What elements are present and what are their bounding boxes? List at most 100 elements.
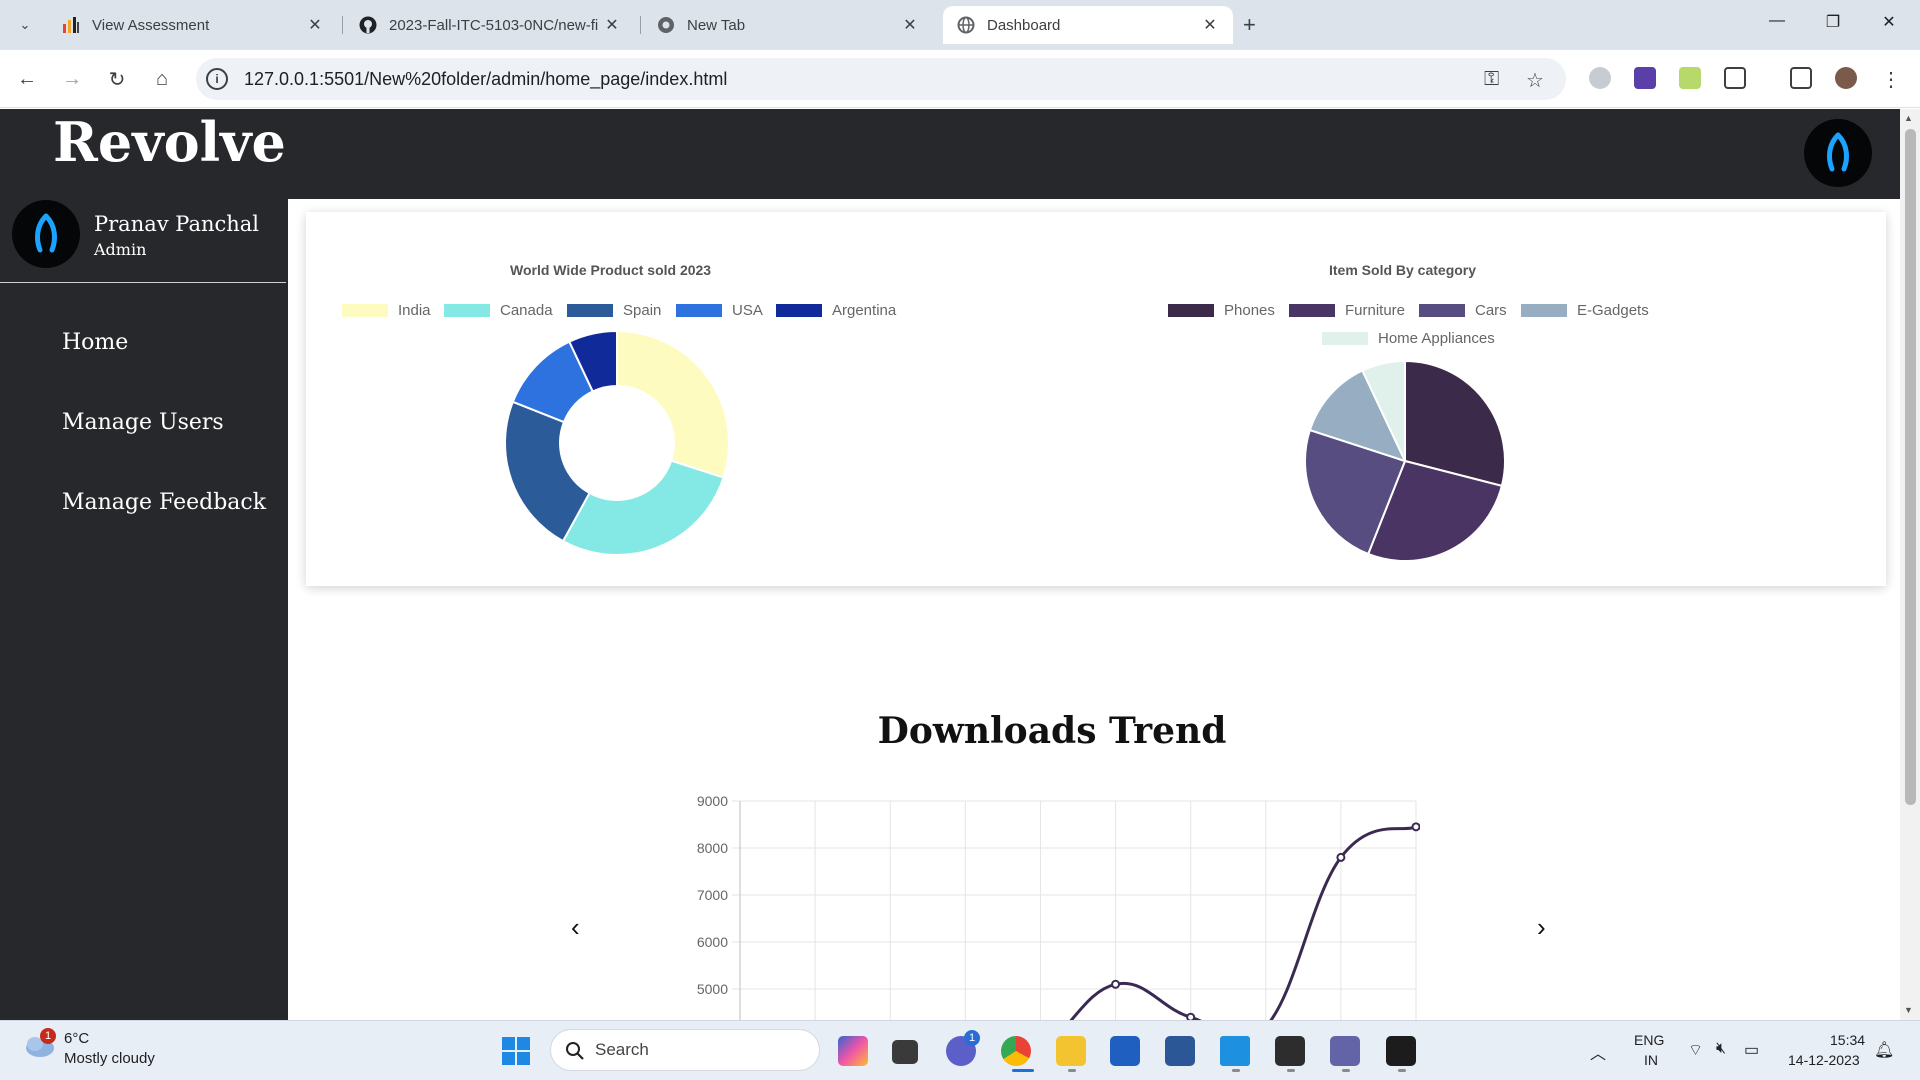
task-view-icon[interactable] [892,1040,918,1064]
running-indicator [1398,1069,1406,1072]
legend-swatch [444,304,490,317]
sidebar-item-home[interactable]: Home [62,330,128,355]
password-key-icon[interactable]: ⚿ [1484,68,1499,91]
close-tab-icon[interactable]: ✕ [1201,15,1219,35]
home-icon[interactable]: ⌂ [147,64,177,94]
legend-swatch [1289,304,1335,317]
weather-description[interactable]: Mostly cloudy [64,1050,155,1067]
address-bar[interactable]: i 127.0.0.1:5501/New%20folder/admin/home… [196,58,1566,100]
legend-item[interactable]: USA [676,302,763,319]
donut-slice-canada[interactable] [561,459,725,556]
close-tab-icon[interactable]: ✕ [603,15,621,35]
weather-temperature[interactable]: 6°C [64,1030,89,1047]
tab-title: View Assessment [92,16,210,34]
taskbar-search[interactable]: Search [550,1029,820,1071]
user-avatar[interactable] [12,200,80,268]
tab-dashboard[interactable]: Dashboard ✕ [943,6,1233,44]
data-point[interactable] [1411,822,1420,832]
snipping-tool-icon[interactable] [1275,1036,1305,1066]
tab-search-chevron-icon[interactable]: ⌄ [10,10,40,40]
page-scrollbar[interactable]: ▲ ▼ [1900,109,1920,1020]
side-panel-icon[interactable] [1790,67,1812,89]
bar-chart-icon [62,16,80,34]
scroll-up-icon[interactable]: ▲ [1904,113,1913,123]
extension-k-icon[interactable] [1634,67,1656,89]
scrollbar-thumb[interactable] [1905,129,1916,805]
sidebar-item-manage-feedback[interactable]: Manage Feedback [62,490,266,515]
sidebar [0,199,288,1020]
donut-slice-india[interactable] [616,329,730,479]
terminal-icon[interactable] [1386,1036,1416,1066]
legend-item[interactable]: Canada [444,302,553,319]
file-explorer-icon[interactable] [1056,1036,1086,1066]
notifications-bell-icon[interactable]: 🔔︎ [1874,1040,1894,1060]
vscode-icon[interactable] [1220,1036,1250,1066]
carousel-next-button[interactable]: › [1537,912,1546,943]
chart-title: Item Sold By category [1329,262,1477,278]
legend-label: India [398,302,431,319]
show-hidden-icons-chevron-icon[interactable]: ︿ [1590,1040,1606,1064]
volume-muted-icon[interactable]: 🔇︎ [1716,1040,1726,1058]
url-text[interactable]: 127.0.0.1:5501/New%20folder/admin/home_p… [244,69,727,90]
reload-icon[interactable]: ↻ [102,64,132,94]
restore-icon[interactable]: ❐ [1818,12,1848,32]
tab-separator [342,16,343,34]
windows-start-icon[interactable] [500,1035,532,1067]
scroll-down-icon[interactable]: ▼ [1904,1005,1913,1015]
close-tab-icon[interactable]: ✕ [901,15,919,35]
new-tab-plus-icon[interactable]: + [1243,12,1256,38]
clock-date[interactable]: 14-12-2023 [1788,1052,1860,1068]
legend-item[interactable]: E-Gadgets [1521,302,1649,319]
legend-item[interactable]: Argentina [776,302,896,319]
wifi-icon[interactable]: ⌔ [1688,1040,1703,1060]
close-tab-icon[interactable]: ✕ [306,15,324,35]
carousel-prev-button[interactable]: ‹ [571,912,580,943]
more-menu-icon[interactable]: ⋮ [1880,67,1902,91]
tab-github[interactable]: 2023-Fall-ITC-5103-0NC/new-fi ✕ [345,6,635,44]
microsoft-store-icon[interactable] [1110,1036,1140,1066]
weather-badge: 1 [40,1028,56,1044]
legend-item[interactable]: Furniture [1289,302,1405,319]
sidebar-item-manage-users[interactable]: Manage Users [62,410,224,435]
teams-icon[interactable] [1330,1036,1360,1066]
legend-item[interactable]: Home Appliances [1322,330,1495,347]
y-tick-label: 8000 [697,840,728,856]
minimize-icon[interactable]: — [1762,12,1792,30]
legend-item[interactable]: Phones [1168,302,1275,319]
search-icon [566,1042,584,1060]
tab-separator [640,16,641,34]
clock-time[interactable]: 15:34 [1830,1032,1865,1048]
site-info-icon[interactable]: i [206,68,228,90]
word-icon[interactable] [1165,1036,1195,1066]
battery-icon[interactable]: ▭ [1744,1040,1759,1060]
tab-new-tab[interactable]: New Tab ✕ [643,6,933,44]
legend-label: Canada [500,302,553,319]
extensions-puzzle-icon[interactable] [1724,67,1746,89]
extension-pen-icon[interactable] [1679,67,1701,89]
donut-chart [504,329,730,556]
extension-globe-icon[interactable] [1589,67,1611,89]
legend-swatch [1322,332,1368,345]
legend-item[interactable]: Spain [567,302,661,319]
back-arrow-icon[interactable]: ← [12,64,42,94]
input-language[interactable]: ENG [1634,1032,1664,1048]
profile-avatar[interactable] [1835,67,1857,89]
running-indicator [1068,1069,1076,1072]
data-point[interactable] [1336,852,1346,862]
chrome-taskbar-icon[interactable] [1001,1036,1031,1066]
data-point[interactable] [1111,979,1121,989]
user-name: Pranav Panchal [94,212,260,236]
input-region[interactable]: IN [1644,1052,1658,1068]
forward-arrow-icon[interactable]: → [57,64,87,94]
bookmark-star-icon[interactable]: ☆ [1526,68,1544,93]
tab-view-assessment[interactable]: View Assessment ✕ [48,6,338,44]
close-window-icon[interactable]: ✕ [1874,12,1904,32]
tab-title: Dashboard [987,16,1061,34]
pie-chart [1304,359,1506,562]
tab-title: 2023-Fall-ITC-5103-0NC/new-fi [389,16,599,34]
brand-logo-text[interactable]: Revolve [53,110,286,174]
legend-item[interactable]: India [342,302,431,319]
header-avatar[interactable] [1804,119,1872,187]
copilot-icon[interactable] [838,1036,868,1066]
legend-item[interactable]: Cars [1419,302,1507,319]
